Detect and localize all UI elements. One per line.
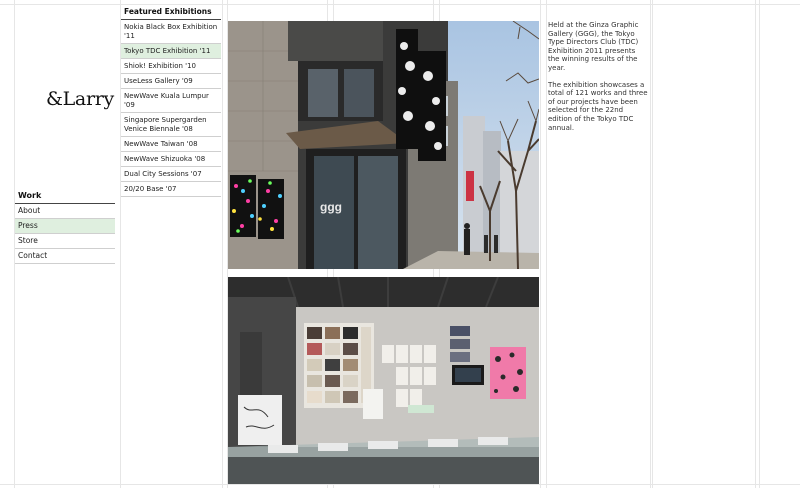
exhibition-description: Held at the Ginza Graphic Gallery (GGG),… (548, 21, 648, 140)
main-nav: Work About Press Store Contact (15, 189, 115, 264)
exhibitions-list: Featured Exhibitions Nokia Black Box Exh… (121, 4, 221, 197)
site-logo[interactable]: &Larry (46, 88, 114, 110)
exhibition-item[interactable]: NewWave Kuala Lumpur '09 (121, 89, 221, 113)
nav-item-work[interactable]: Work (15, 189, 115, 204)
exhibition-item[interactable]: Nokia Black Box Exhibition '11 (121, 20, 221, 44)
nav-item-contact[interactable]: Contact (15, 249, 115, 264)
svg-text:ggg: ggg (320, 200, 342, 214)
description-paragraph: Held at the Ginza Graphic Gallery (GGG),… (548, 21, 639, 72)
exhibition-item[interactable]: NewWave Taiwan '08 (121, 137, 221, 152)
nav-item-press[interactable]: Press (15, 219, 115, 234)
exhibition-item[interactable]: Dual City Sessions '07 (121, 167, 221, 182)
exhibition-item[interactable]: UseLess Gallery '09 (121, 74, 221, 89)
exhibition-item-active[interactable]: Tokyo TDC Exhibition '11 (121, 44, 221, 59)
description-paragraph: The exhibition showcases a total of 121 … (548, 80, 648, 132)
exhibition-item[interactable]: NewWave Shizuoka '08 (121, 152, 221, 167)
exhibition-photo-exterior: ggg (228, 21, 539, 269)
exhibition-item[interactable]: 20/20 Base '07 (121, 182, 221, 197)
nav-item-store[interactable]: Store (15, 234, 115, 249)
exhibition-photo-interior (228, 277, 539, 484)
exhibition-item[interactable]: Shiok! Exhibition '10 (121, 59, 221, 74)
exhibition-item[interactable]: Singapore Supergarden Venice Biennale '0… (121, 113, 221, 137)
nav-item-about[interactable]: About (15, 204, 115, 219)
exhibitions-heading: Featured Exhibitions (121, 4, 221, 20)
